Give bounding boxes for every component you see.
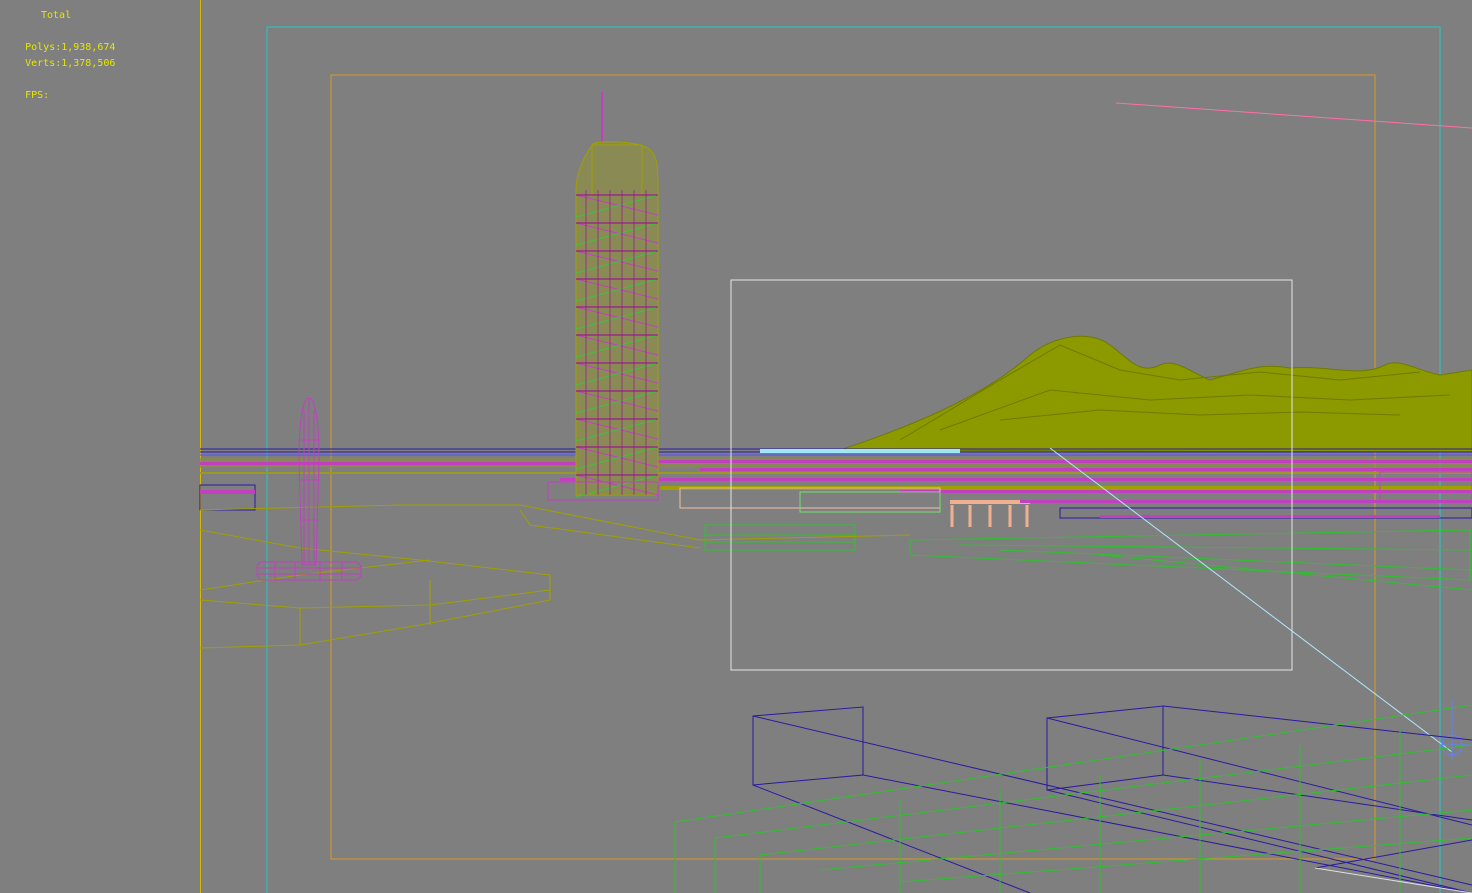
camera-target-line[interactable] (1049, 447, 1453, 753)
verts-value: 1,378,506 (61, 58, 116, 69)
foreground-boxes[interactable] (674, 704, 1472, 893)
fps-readout: FPS: (1, 72, 49, 120)
waterfront-buildings[interactable] (199, 458, 1472, 519)
peach-columns (950, 505, 1029, 527)
plaza-platform[interactable] (199, 504, 911, 649)
perspective-viewport[interactable]: Total Polys:1,938,674 Verts:1,378,506 FP… (0, 0, 1472, 893)
light-line[interactable] (1115, 102, 1472, 129)
mountain-range[interactable] (839, 335, 1472, 453)
fps-label: FPS: (25, 90, 50, 101)
green-structures[interactable] (704, 524, 1472, 591)
wireframe-scene[interactable] (0, 0, 1472, 893)
spiral-tower[interactable] (547, 92, 659, 501)
region-frame[interactable] (730, 279, 1293, 671)
statistics-title: Total (41, 10, 72, 21)
verts-label: Verts: (25, 58, 62, 69)
